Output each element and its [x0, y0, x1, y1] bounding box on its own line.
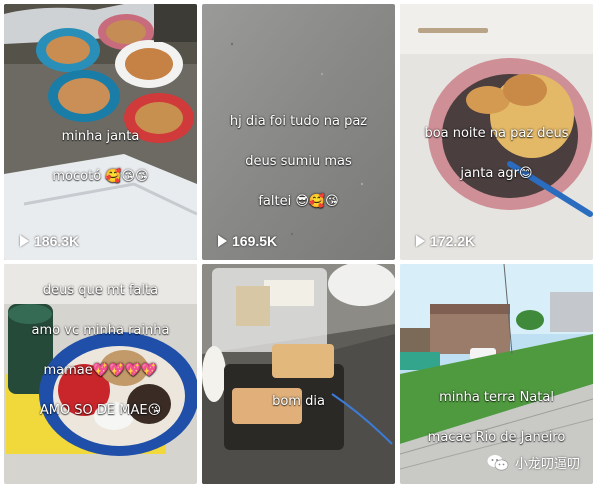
tile-5-caption: bom dia	[202, 372, 395, 432]
play-icon	[218, 235, 227, 247]
caption-line: mamae💖💖💖💖	[43, 363, 158, 378]
tile-1-caption: minha janta mocotó 🥰😘😘	[4, 107, 197, 207]
view-count-value: 169.5K	[232, 233, 278, 249]
tile-2-caption: hj dia foi tudo na paz deus sumiu mas fa…	[202, 92, 395, 232]
caption-line: janta agr😊	[460, 166, 533, 181]
video-tile-4[interactable]: deus que mt falta amo vc minha rainha ma…	[4, 264, 197, 484]
view-count-value: 172.2K	[430, 233, 476, 249]
wechat-icon	[487, 454, 509, 470]
tile-3-caption: boa noite na paz deus janta agr😊	[400, 104, 593, 204]
video-tile-2[interactable]: hj dia foi tudo na paz deus sumiu mas fa…	[202, 4, 395, 260]
caption-line: minha terra Natal	[439, 390, 554, 405]
caption-line: boa noite na paz deus	[424, 126, 569, 141]
watermark: 小龙叨逼叨	[487, 453, 580, 472]
caption-line: minha janta	[61, 129, 140, 144]
view-count: 186.3K	[20, 233, 79, 249]
watermark-text: 小龙叨逼叨	[514, 457, 580, 472]
caption-line: hj dia foi tudo na paz	[229, 114, 368, 129]
play-icon	[416, 235, 425, 247]
caption-line: macae Rio de Janeiro	[427, 430, 566, 445]
caption-line: AMO SO DE MAE😘	[39, 403, 162, 418]
caption-line: deus que mt falta	[42, 283, 159, 298]
caption-line: amo vc minha rainha	[31, 323, 170, 338]
video-grid: minha janta mocotó 🥰😘😘 186.3K hj dia foi…	[0, 0, 596, 488]
view-count: 172.2K	[416, 233, 475, 249]
video-tile-6[interactable]: minha terra Natal macae Rio de Janeiro	[400, 264, 593, 484]
caption-line: faltei 😎🥰😘	[258, 194, 339, 209]
view-count-value: 186.3K	[34, 233, 80, 249]
tile-4-caption: deus que mt falta amo vc minha rainha ma…	[4, 264, 197, 441]
caption-line: bom dia	[272, 394, 325, 409]
video-tile-5[interactable]: bom dia	[202, 264, 395, 484]
video-tile-1[interactable]: minha janta mocotó 🥰😘😘 186.3K	[4, 4, 197, 260]
video-tile-3[interactable]: boa noite na paz deus janta agr😊 172.2K	[400, 4, 593, 260]
caption-line: mocotó 🥰😘😘	[52, 169, 149, 184]
view-count: 169.5K	[218, 233, 277, 249]
play-icon	[20, 235, 29, 247]
caption-line: deus sumiu mas	[245, 154, 352, 169]
